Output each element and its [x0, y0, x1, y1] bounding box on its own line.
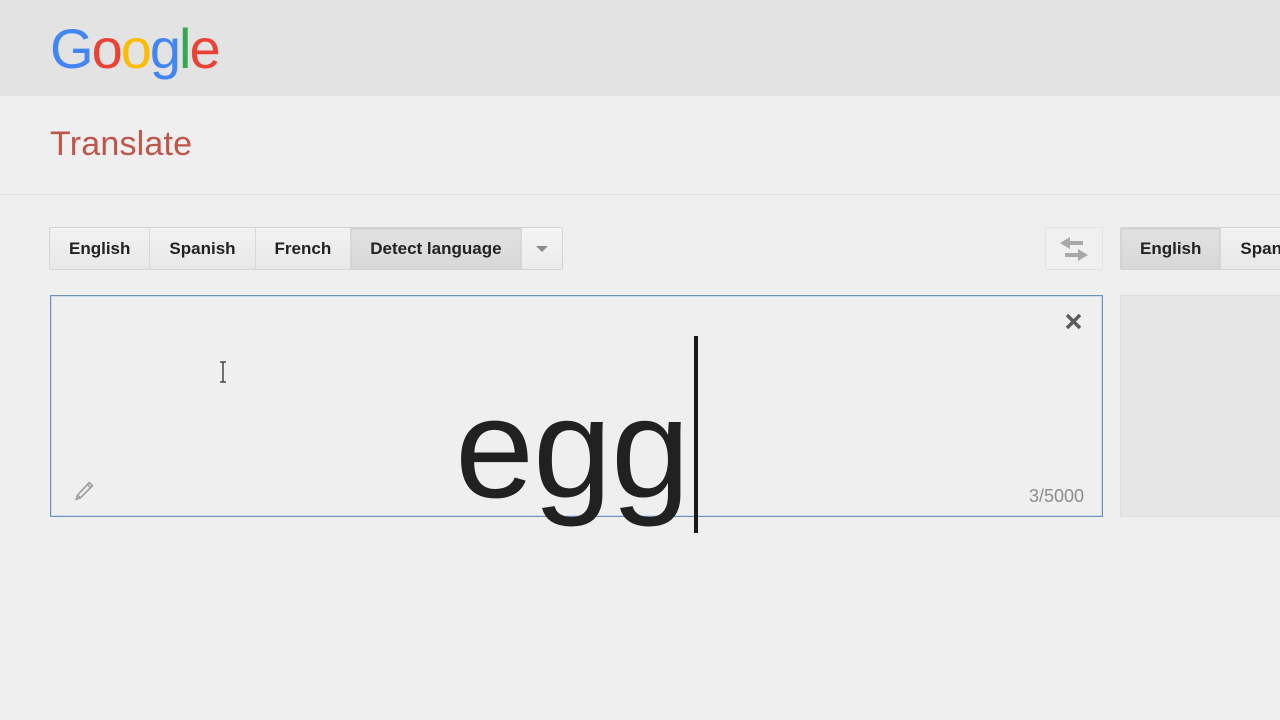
source-tab-french-label: French	[274, 238, 332, 258]
product-title-row: Translate	[0, 96, 1280, 195]
target-tab-english[interactable]: English	[1121, 228, 1222, 269]
source-text-area[interactable]: egg	[51, 296, 1102, 533]
logo-letter-o-first: o	[91, 17, 123, 80]
source-tab-spanish-label: Spanish	[169, 238, 236, 258]
logo-letter-g-lower: g	[149, 17, 181, 80]
google-logo[interactable]: Google	[50, 21, 221, 78]
source-tab-english[interactable]: English	[50, 228, 151, 269]
chevron-down-icon	[535, 245, 548, 252]
target-language-tab-strip: English Spanish	[1120, 227, 1280, 270]
logo-letter-l: l	[179, 17, 192, 80]
source-text-panel[interactable]: egg 3/5000	[50, 295, 1103, 533]
source-language-tab-strip: English Spanish French Detect language	[49, 227, 563, 270]
clear-text-button[interactable]	[1056, 304, 1090, 338]
logo-letter-g-upper: G	[50, 17, 94, 80]
target-tab-spanish[interactable]: Spanish	[1221, 228, 1280, 269]
close-icon	[1065, 313, 1081, 329]
swap-horizontal-icon	[1060, 236, 1088, 261]
character-counter: 3/5000	[1028, 486, 1084, 506]
target-tab-spanish-label: Spanish	[1240, 238, 1280, 258]
source-tab-spanish[interactable]: Spanish	[150, 228, 256, 269]
text-caret	[693, 336, 698, 533]
logo-letter-e: e	[189, 17, 220, 80]
swap-languages-button[interactable]	[1045, 227, 1103, 270]
logo-letter-o-second: o	[120, 17, 152, 80]
source-tab-detect-language[interactable]: Detect language	[351, 228, 522, 269]
source-tab-french[interactable]: French	[255, 228, 352, 269]
translation-output-panel[interactable]	[1120, 295, 1280, 517]
pencil-icon	[74, 481, 94, 501]
top-header-bar: Google	[0, 0, 1280, 96]
target-tab-english-label: English	[1140, 238, 1202, 258]
source-text-value: egg	[455, 369, 690, 528]
source-language-dropdown-button[interactable]	[521, 228, 562, 269]
source-tab-english-label: English	[69, 238, 131, 258]
handwriting-input-button[interactable]	[69, 476, 99, 506]
source-tab-detect-language-label: Detect language	[370, 238, 502, 258]
page-title: Translate	[50, 125, 193, 163]
